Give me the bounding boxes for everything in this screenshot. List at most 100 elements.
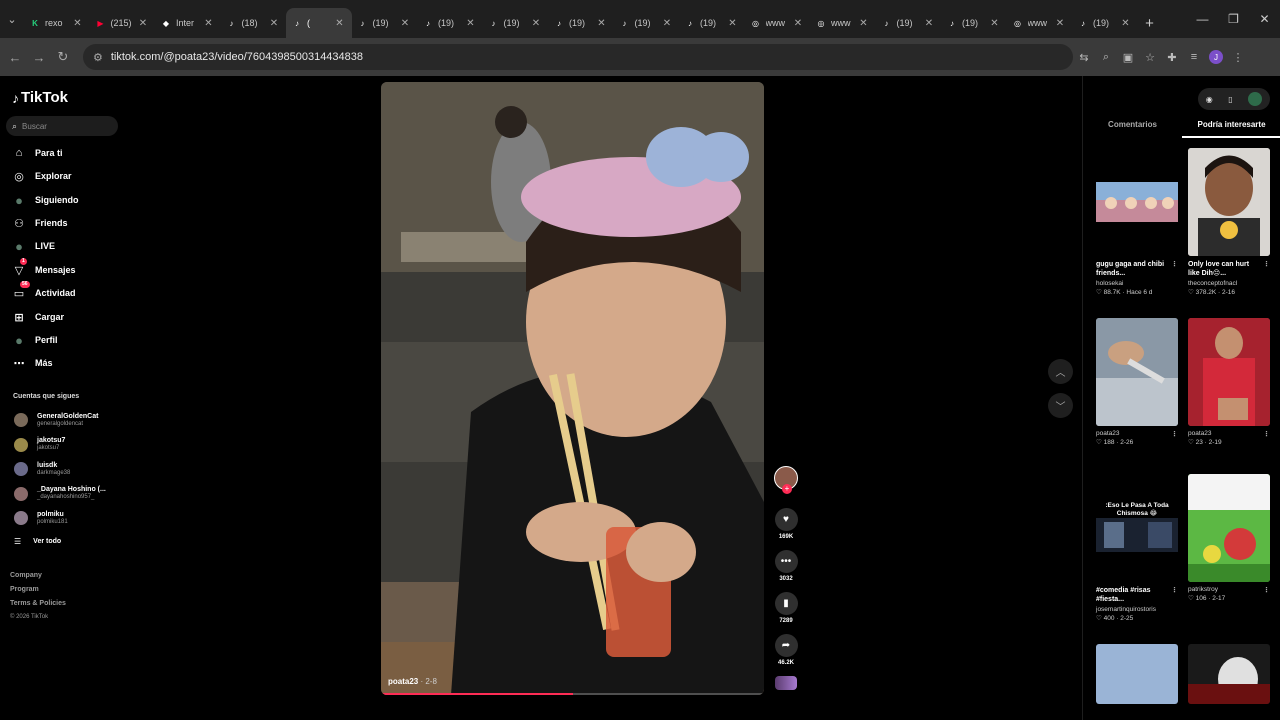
- browser-tab[interactable]: ◎ www ✕: [745, 8, 811, 38]
- recommended-card[interactable]: [1096, 644, 1178, 704]
- card-author[interactable]: theconceptofnacl: [1188, 280, 1270, 287]
- card-thumbnail[interactable]: [1188, 474, 1270, 582]
- comment-icon[interactable]: •••: [774, 550, 798, 573]
- recommended-card[interactable]: ⋮ poata23 ♡ 188 · 2-26: [1096, 318, 1178, 446]
- reload-icon[interactable]: ↻: [51, 49, 75, 65]
- card-more-icon[interactable]: ⋮: [1171, 430, 1178, 439]
- card-thumbnail[interactable]: [1096, 644, 1178, 704]
- tab-close-icon[interactable]: ✕: [1054, 18, 1066, 29]
- card-author[interactable]: poata23: [1096, 430, 1178, 437]
- tab-close-icon[interactable]: ✕: [72, 18, 84, 29]
- like-action[interactable]: ♥ 169K: [772, 508, 800, 540]
- back-icon[interactable]: ←: [3, 50, 27, 65]
- sidebar-item[interactable]: ● Siguiendo: [12, 191, 78, 209]
- card-author[interactable]: patrikstroy: [1188, 586, 1270, 593]
- bookmark-icon[interactable]: ▮: [774, 592, 798, 615]
- recommended-card[interactable]: [1188, 644, 1270, 704]
- sidebar-item[interactable]: ▭ 56 Actividad: [12, 281, 76, 302]
- card-author[interactable]: holosekai: [1096, 280, 1178, 287]
- tab-close-icon[interactable]: ✕: [530, 18, 542, 29]
- card-more-icon[interactable]: ⋮: [1263, 430, 1270, 439]
- browser-tab[interactable]: ♪ (18) ✕: [221, 8, 287, 38]
- site-info-icon[interactable]: ⚙: [93, 51, 103, 64]
- user-avatar[interactable]: [1248, 92, 1263, 106]
- tab-recommended[interactable]: Podría interesarte: [1182, 118, 1280, 138]
- tab-close-icon[interactable]: ✕: [989, 18, 1001, 29]
- sidebar-item[interactable]: ⊞ Cargar: [12, 308, 64, 326]
- tab-close-icon[interactable]: ✕: [596, 18, 608, 29]
- new-tab-button[interactable]: +: [1138, 8, 1162, 38]
- bookmark-star-icon[interactable]: ☆: [1139, 51, 1161, 64]
- browser-tab[interactable]: ♪ (19) ✕: [417, 8, 483, 38]
- card-thumbnail[interactable]: [1188, 148, 1270, 256]
- card-thumbnail[interactable]: [1096, 318, 1178, 426]
- tab-close-icon[interactable]: ✕: [727, 18, 739, 29]
- following-account[interactable]: luisdk darkmage38: [14, 459, 70, 479]
- footer-program-link[interactable]: Program: [10, 586, 39, 593]
- coins-icon[interactable]: ◉: [1206, 95, 1213, 104]
- recommended-card[interactable]: gugu gaga and chibi friends... ⋮ holoseka…: [1096, 148, 1178, 296]
- next-video-button[interactable]: ﹀: [1048, 393, 1073, 418]
- close-window-icon[interactable]: ✕: [1249, 12, 1280, 26]
- see-all-button[interactable]: ☰ Ver todo: [14, 537, 61, 546]
- tab-close-icon[interactable]: ✕: [923, 18, 935, 29]
- recommended-card[interactable]: ⋮ patrikstroy ♡ 106 · 2-17: [1188, 474, 1270, 602]
- card-thumbnail[interactable]: [1188, 644, 1270, 704]
- card-more-icon[interactable]: ⋮: [1263, 586, 1270, 595]
- browser-tab[interactable]: ◆ Inter ✕: [155, 8, 221, 38]
- browser-menu-icon[interactable]: ⋮: [1227, 51, 1249, 64]
- sidebar-item[interactable]: ● LIVE: [12, 237, 55, 255]
- sidebar-item[interactable]: ⌂ Para ti: [12, 144, 63, 162]
- tab-close-icon[interactable]: ✕: [1120, 18, 1132, 29]
- recommended-card[interactable]: :Eso Le Pasa A Toda Chismosa 😂 #comedia …: [1096, 474, 1178, 622]
- browser-tab[interactable]: Krexo ✕: [24, 8, 90, 38]
- tab-close-icon[interactable]: ✕: [203, 18, 215, 29]
- sidebar-item[interactable]: ▽ 1 Mensajes: [12, 258, 76, 279]
- tab-close-icon[interactable]: ✕: [334, 18, 346, 29]
- search-input[interactable]: ⌕ Buscar: [6, 116, 118, 136]
- maximize-icon[interactable]: ❐: [1218, 12, 1249, 26]
- browser-tab[interactable]: ♪ (19) ✕: [548, 8, 614, 38]
- browser-tab[interactable]: ♪ (19) ✕: [679, 8, 745, 38]
- footer-terms-link[interactable]: Terms & Policies: [10, 600, 66, 607]
- video-author[interactable]: poata23: [388, 677, 418, 686]
- browser-tab[interactable]: ♪ (19) ✕: [1072, 8, 1138, 38]
- card-thumbnail[interactable]: [1188, 318, 1270, 426]
- tab-search-icon[interactable]: ⌄: [0, 0, 24, 38]
- music-disc-icon[interactable]: [775, 676, 797, 690]
- device-icon[interactable]: ▯: [1228, 95, 1232, 104]
- profile-avatar[interactable]: J: [1209, 50, 1223, 64]
- creator-avatar[interactable]: +: [774, 466, 798, 494]
- following-account[interactable]: _Dayana Hoshino (... _dayanahoshino957_: [14, 484, 106, 504]
- sidebar-item[interactable]: ◎ Explorar: [12, 167, 71, 185]
- url-input[interactable]: ⚙ tiktok.com/@poata23/video/760439850031…: [83, 44, 1073, 70]
- browser-tab[interactable]: ♪ (✕: [286, 8, 352, 38]
- tab-close-icon[interactable]: ✕: [465, 18, 477, 29]
- previous-video-button[interactable]: ︿: [1048, 359, 1073, 384]
- browser-tab[interactable]: ♪ (19) ✕: [876, 8, 942, 38]
- extensions-icon[interactable]: ✚: [1161, 51, 1183, 64]
- browser-tab[interactable]: ◎ www ✕: [1007, 8, 1073, 38]
- comment-action[interactable]: ••• 3032: [772, 550, 800, 582]
- browser-tab[interactable]: ♪ (19) ✕: [352, 8, 418, 38]
- sidebar-item[interactable]: ⋯ Más: [12, 354, 53, 372]
- zoom-icon[interactable]: ⌕: [1095, 51, 1117, 64]
- share-action[interactable]: ➦ 46.2K: [772, 634, 800, 666]
- install-icon[interactable]: ▣: [1117, 51, 1139, 64]
- translate-icon[interactable]: ⇆: [1073, 51, 1095, 64]
- media-icon[interactable]: ≡: [1183, 51, 1205, 63]
- video-player[interactable]: poata23 · 2-8: [381, 82, 764, 695]
- tab-close-icon[interactable]: ✕: [137, 18, 149, 29]
- tiktok-logo[interactable]: ♪ TikTok: [12, 89, 68, 106]
- browser-tab[interactable]: ◎ www ✕: [810, 8, 876, 38]
- sidebar-item[interactable]: ⚇ Friends: [12, 214, 67, 232]
- heart-icon[interactable]: ♥: [774, 508, 798, 531]
- browser-tab[interactable]: ♪ (19) ✕: [614, 8, 680, 38]
- tab-close-icon[interactable]: ✕: [792, 18, 804, 29]
- recommended-card[interactable]: Only love can hurt like Dih😔... ⋮ theconc…: [1188, 148, 1270, 296]
- card-thumbnail[interactable]: :Eso Le Pasa A Toda Chismosa 😂: [1096, 474, 1178, 582]
- following-account[interactable]: jakotsu7 jakotsu7: [14, 435, 65, 455]
- card-thumbnail[interactable]: [1096, 148, 1178, 256]
- video-progress-bar[interactable]: [381, 693, 764, 695]
- forward-icon[interactable]: →: [27, 50, 51, 65]
